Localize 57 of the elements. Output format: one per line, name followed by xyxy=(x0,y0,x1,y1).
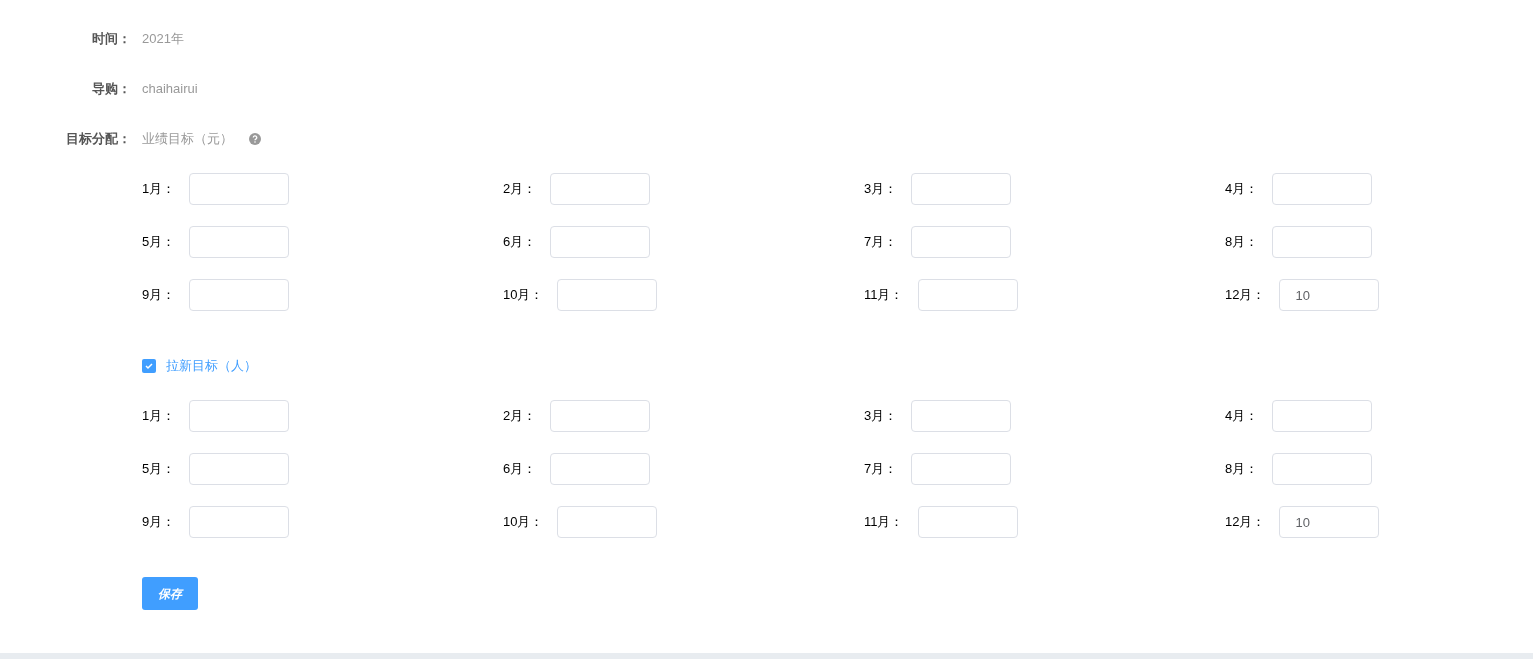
month-input[interactable] xyxy=(189,226,290,258)
month-label: 2月： xyxy=(503,407,537,426)
month-input[interactable] xyxy=(911,453,1012,485)
month-label: 6月： xyxy=(503,233,537,252)
month-input[interactable] xyxy=(911,400,1012,432)
field-value: chaihairui xyxy=(142,80,198,99)
month-label: 6月： xyxy=(503,460,537,479)
field-label: 导购： xyxy=(92,80,131,99)
month-label: 4月： xyxy=(1225,407,1259,426)
month-input[interactable] xyxy=(189,173,290,205)
month-input[interactable] xyxy=(1272,400,1373,432)
month-input[interactable] xyxy=(911,173,1012,205)
month-label: 9月： xyxy=(142,286,176,305)
month-input[interactable] xyxy=(550,400,651,432)
month-label: 2月： xyxy=(503,180,537,199)
month-input[interactable] xyxy=(1272,453,1373,485)
month-input[interactable] xyxy=(189,506,290,538)
month-label: 7月： xyxy=(864,233,898,252)
month-label: 11月： xyxy=(864,513,904,532)
month-input[interactable] xyxy=(189,400,290,432)
month-input[interactable] xyxy=(189,279,290,311)
checkbox[interactable] xyxy=(142,359,156,373)
help-icon[interactable] xyxy=(249,133,261,145)
month-input[interactable]: 10 xyxy=(1279,506,1380,538)
month-label: 1月： xyxy=(142,180,176,199)
field-label: 时间： xyxy=(92,30,131,49)
month-input[interactable] xyxy=(189,453,290,485)
section-title: 业绩目标（元） xyxy=(142,130,233,149)
month-label: 3月： xyxy=(864,180,898,199)
month-input[interactable] xyxy=(550,226,651,258)
field-value: 2021年 xyxy=(142,30,184,49)
month-label: 11月： xyxy=(864,286,904,305)
month-label: 9月： xyxy=(142,513,176,532)
month-label: 12月： xyxy=(1225,513,1266,532)
month-input[interactable] xyxy=(557,279,658,311)
month-label: 5月： xyxy=(142,233,176,252)
month-input[interactable] xyxy=(917,279,1018,311)
month-input[interactable] xyxy=(1272,226,1373,258)
month-label: 12月： xyxy=(1225,286,1266,305)
month-input[interactable]: 10 xyxy=(1279,279,1380,311)
month-input[interactable] xyxy=(1272,173,1373,205)
month-input[interactable] xyxy=(550,453,651,485)
month-label: 7月： xyxy=(864,460,898,479)
month-input[interactable] xyxy=(550,173,651,205)
month-input[interactable] xyxy=(911,226,1012,258)
month-label: 5月： xyxy=(142,460,176,479)
check-icon xyxy=(144,361,154,371)
month-label: 1月： xyxy=(142,407,176,426)
month-label: 4月： xyxy=(1225,180,1259,199)
month-input[interactable] xyxy=(557,506,658,538)
month-input[interactable] xyxy=(917,506,1018,538)
month-label: 3月： xyxy=(864,407,898,426)
month-label: 8月： xyxy=(1225,233,1259,252)
month-label: 10月： xyxy=(503,286,544,305)
field-label: 目标分配： xyxy=(66,130,131,149)
month-label: 8月： xyxy=(1225,460,1259,479)
month-label: 10月： xyxy=(503,513,544,532)
